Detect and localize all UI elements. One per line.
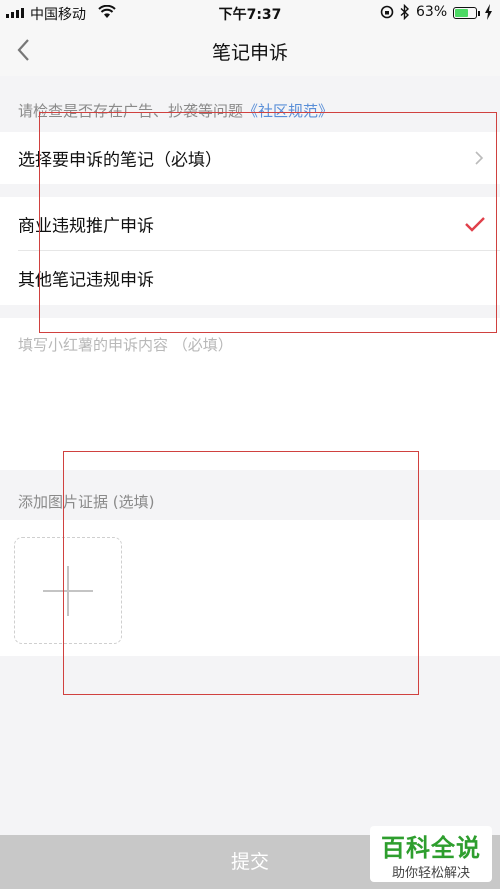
community-rules-link[interactable]: 《社区规范》	[243, 102, 333, 120]
nav-bar: 笔记申诉	[0, 26, 500, 76]
checkmark-icon	[465, 217, 485, 232]
option-label: 其他笔记违规申诉	[18, 270, 154, 291]
hint-text: 请检查是否存在广告、抄袭等问题《社区规范》	[18, 100, 333, 121]
option-commercial-promotion[interactable]: 商业违规推广申诉	[0, 197, 500, 251]
add-image-button[interactable]	[14, 537, 122, 644]
watermark-logo: 百科全说 助你轻松解决	[370, 826, 492, 882]
battery-cap	[478, 11, 480, 16]
hint-message: 请检查是否存在广告、抄袭等问题	[18, 102, 244, 120]
bluetooth-icon	[400, 4, 410, 20]
select-note-label: 选择要申诉的笔记（必填）	[18, 150, 222, 171]
page-title: 笔记申诉	[211, 42, 288, 64]
rotation-lock-icon	[380, 5, 394, 19]
complaint-content-input[interactable]: 填写小红薯的申诉内容 （必填）	[0, 318, 500, 470]
status-bar: 中国移动 下午7:37 63%	[0, 0, 500, 26]
image-upload-area	[0, 520, 500, 656]
select-note-row[interactable]: 选择要申诉的笔记（必填）	[0, 132, 500, 184]
battery-icon	[453, 7, 477, 19]
battery-percent: 63%	[416, 4, 448, 20]
evidence-label: 添加图片证据 (选填)	[18, 493, 155, 511]
plus-icon-vertical	[67, 566, 69, 616]
charging-icon	[485, 4, 492, 20]
option-label: 商业违规推广申诉	[18, 216, 154, 237]
chevron-right-icon	[475, 151, 484, 165]
option-other-violation[interactable]: 其他笔记违规申诉	[0, 251, 500, 305]
content-placeholder: 填写小红薯的申诉内容 （必填）	[18, 336, 233, 354]
watermark-main: 百科全说	[381, 834, 481, 862]
watermark-sub: 助你轻松解决	[391, 866, 470, 881]
